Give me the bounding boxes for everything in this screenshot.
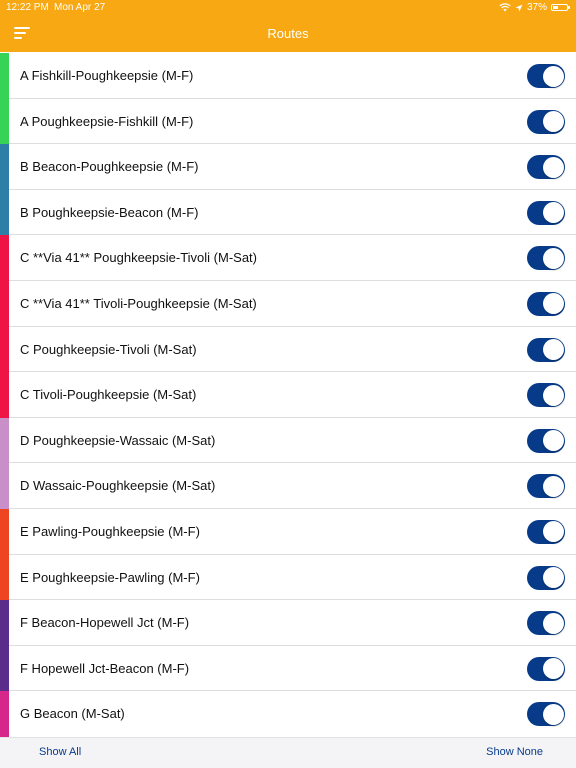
route-label: A Fishkill-Poughkeepsie (M-F): [20, 68, 194, 83]
route-color-bar: [0, 645, 9, 692]
route-row: F Hopewell Jct-Beacon (M-F): [0, 645, 576, 692]
route-toggle[interactable]: [527, 291, 565, 316]
toggle-knob: [542, 430, 564, 452]
route-toggle[interactable]: [527, 64, 565, 88]
route-row: E Pawling-Poughkeepsie (M-F): [0, 508, 576, 555]
route-label: D Wassaic-Poughkeepsie (M-Sat): [20, 478, 216, 494]
route-row: C Tivoli-Poughkeepsie (M-Sat): [0, 372, 576, 418]
route-row: A Poughkeepsie-Fishkill (M-F): [0, 98, 576, 145]
route-color-bar: [0, 98, 9, 145]
toggle-knob: [542, 521, 564, 543]
route-toggle[interactable]: [527, 109, 565, 134]
toggle-knob: [542, 567, 564, 589]
route-label: D Poughkeepsie-Wassaic (M-Sat): [20, 432, 216, 448]
route-color-bar: [0, 508, 9, 555]
status-date: Mon Apr 27: [54, 2, 106, 13]
route-row: D Wassaic-Poughkeepsie (M-Sat): [0, 463, 576, 509]
route-color-bar: [0, 417, 9, 464]
route-row: C **Via 41** Tivoli-Poughkeepsie (M-Sat): [0, 280, 576, 327]
route-color-bar: [0, 600, 9, 646]
page-title: Routes: [267, 26, 309, 41]
toggle-knob: [542, 658, 564, 680]
route-label: A Poughkeepsie-Fishkill (M-F): [20, 113, 194, 129]
route-color-bar: [0, 280, 9, 327]
location-arrow-icon: [515, 4, 523, 11]
route-color-bar: [0, 326, 9, 373]
wifi-icon: [499, 3, 511, 12]
route-label: F Beacon-Hopewell Jct (M-F): [20, 615, 190, 631]
route-row: B Poughkeepsie-Beacon (M-F): [0, 189, 576, 236]
show-none-button[interactable]: Show None: [486, 746, 543, 758]
route-color-bar: [0, 463, 9, 509]
route-toggle[interactable]: [527, 155, 565, 180]
route-label: F Hopewell Jct-Beacon (M-F): [20, 660, 190, 676]
route-row: F Beacon-Hopewell Jct (M-F): [0, 600, 576, 646]
route-toggle[interactable]: [527, 428, 565, 453]
battery-level: [553, 6, 558, 9]
toggle-knob: [542, 475, 564, 497]
route-row: E Poughkeepsie-Pawling (M-F): [0, 554, 576, 601]
route-toggle[interactable]: [527, 656, 565, 681]
toggle-knob: [542, 247, 564, 269]
toggle-knob: [542, 111, 564, 133]
toggle-knob: [542, 156, 564, 178]
status-bar: 12:22 PM Mon Apr 27 37%: [0, 0, 576, 16]
route-toggle[interactable]: [527, 383, 565, 408]
route-label: C **Via 41** Poughkeepsie-Tivoli (M-Sat): [20, 250, 257, 266]
battery-icon: [551, 4, 570, 11]
route-color-bar: [0, 189, 9, 236]
route-label: C Poughkeepsie-Tivoli (M-Sat): [20, 341, 197, 357]
route-color-bar: [0, 372, 9, 418]
route-toggle[interactable]: [527, 519, 565, 544]
route-toggle[interactable]: [527, 611, 565, 636]
routes-list: A Fishkill-Poughkeepsie (M-F) A Poughkeep…: [0, 53, 576, 737]
route-toggle[interactable]: [527, 474, 565, 499]
route-label: E Poughkeepsie-Pawling (M-F): [20, 569, 200, 585]
route-label: G Beacon (M-Sat): [20, 706, 125, 722]
route-label: C Tivoli-Poughkeepsie (M-Sat): [20, 387, 197, 403]
top-bar: 12:22 PM Mon Apr 27 37% Routes: [0, 0, 576, 52]
route-color-bar: [0, 235, 9, 281]
route-row: B Beacon-Poughkeepsie (M-F): [0, 144, 576, 190]
route-toggle[interactable]: [527, 200, 565, 225]
status-indicators: 37%: [499, 2, 570, 13]
route-toggle[interactable]: [527, 337, 565, 362]
route-color-bar: [0, 691, 9, 737]
toggle-knob: [542, 202, 564, 224]
route-row: C **Via 41** Poughkeepsie-Tivoli (M-Sat): [0, 235, 576, 281]
route-color-bar: [0, 53, 9, 99]
route-label: B Poughkeepsie-Beacon (M-F): [20, 204, 199, 220]
toggle-knob: [542, 65, 564, 87]
battery-percent: 37%: [526, 2, 547, 13]
route-label: E Pawling-Poughkeepsie (M-F): [20, 523, 200, 539]
route-row: G Beacon (M-Sat): [0, 691, 576, 737]
route-toggle[interactable]: [527, 246, 565, 271]
route-color-bar: [0, 554, 9, 601]
toggle-knob: [542, 703, 564, 725]
route-toggle[interactable]: [527, 702, 565, 727]
bottom-toolbar: Show All Show None: [0, 737, 576, 768]
route-toggle[interactable]: [527, 565, 565, 590]
toggle-knob: [542, 384, 564, 406]
toggle-knob: [542, 293, 564, 315]
route-row: D Poughkeepsie-Wassaic (M-Sat): [0, 417, 576, 464]
status-time: 12:22 PM: [6, 2, 49, 13]
toggle-knob: [542, 612, 564, 634]
toggle-knob: [542, 339, 564, 361]
route-color-bar: [0, 144, 9, 190]
route-label: B Beacon-Poughkeepsie (M-F): [20, 159, 199, 175]
route-row: C Poughkeepsie-Tivoli (M-Sat): [0, 326, 576, 373]
show-all-button[interactable]: Show All: [39, 746, 81, 758]
route-row: A Fishkill-Poughkeepsie (M-F): [0, 53, 576, 99]
route-label: C **Via 41** Tivoli-Poughkeepsie (M-Sat): [20, 295, 257, 311]
